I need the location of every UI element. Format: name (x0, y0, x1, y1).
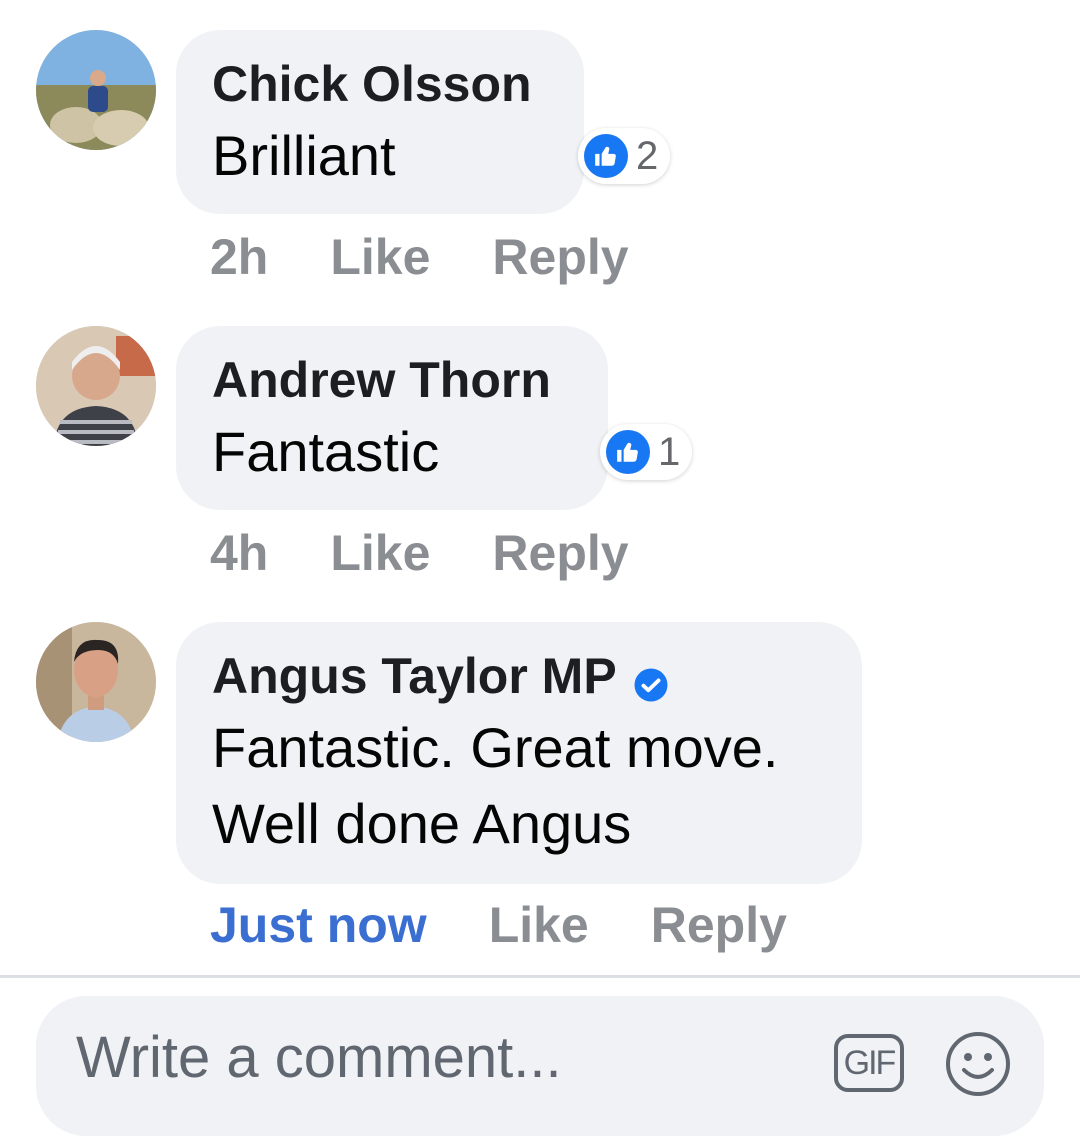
avatar[interactable] (36, 622, 156, 742)
comment-time[interactable]: 4h (210, 524, 268, 582)
comment-author-name[interactable]: Angus Taylor MP (212, 648, 617, 704)
verified-badge-icon (633, 658, 669, 702)
comment-bubble: Andrew Thorn Fantastic (176, 326, 608, 510)
comment-bubble: Angus Taylor MP Fantastic. Great move. W… (176, 622, 862, 884)
comment-author: Angus Taylor MP (212, 648, 826, 704)
comment-actions: Just now Like Reply (210, 896, 849, 954)
avatar-image (36, 30, 156, 150)
comment-actions: 4h Like Reply (210, 524, 691, 582)
comment-text-line-2: Well done Angus (212, 792, 632, 855)
comment-input-placeholder[interactable]: Write a comment... (76, 1024, 562, 1091)
comment-author[interactable]: Chick Olsson (212, 56, 548, 112)
comment-bubble: Chick Olsson Brilliant (176, 30, 584, 214)
divider (0, 975, 1080, 978)
like-button[interactable]: Like (330, 524, 430, 582)
reply-button[interactable]: Reply (492, 524, 628, 582)
avatar-image (36, 622, 156, 742)
comment-composer[interactable]: Write a comment... GIF (36, 996, 1044, 1136)
like-button[interactable]: Like (330, 228, 430, 286)
comment-author[interactable]: Andrew Thorn (212, 352, 572, 408)
comment-time[interactable]: 2h (210, 228, 268, 286)
comment-text: Fantastic (212, 420, 440, 483)
reaction-count: 1 (658, 430, 681, 474)
reaction-badge[interactable]: 1 (600, 424, 693, 480)
gif-button[interactable]: GIF (834, 1034, 904, 1092)
comment-actions: 2h Like Reply (210, 228, 691, 286)
comment-text-line-1: Fantastic. Great move. (212, 716, 779, 779)
avatar[interactable] (36, 30, 156, 150)
thumbs-up-icon (606, 430, 650, 474)
thumbs-up-icon (584, 134, 628, 178)
avatar-image (36, 326, 156, 446)
smiley-icon[interactable] (944, 1030, 1012, 1098)
comment-text: Brilliant (212, 124, 396, 187)
like-button[interactable]: Like (489, 896, 589, 954)
reply-button[interactable]: Reply (492, 228, 628, 286)
avatar[interactable] (36, 326, 156, 446)
comment-time[interactable]: Just now (210, 896, 427, 954)
reaction-badge[interactable]: 2 (578, 128, 671, 184)
reply-button[interactable]: Reply (651, 896, 787, 954)
reaction-count: 2 (636, 134, 659, 178)
